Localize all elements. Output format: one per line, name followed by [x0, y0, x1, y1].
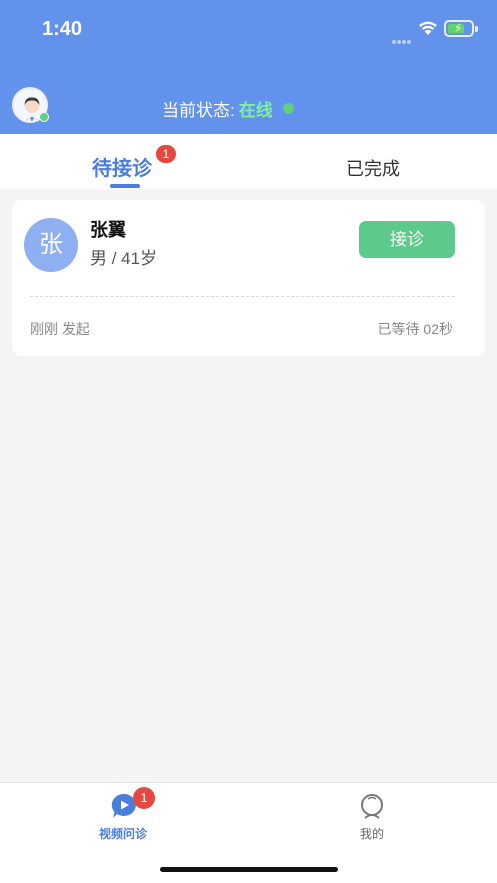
status-time: 1:40 — [42, 18, 83, 40]
divider — [30, 296, 455, 297]
status-label: 当前状态: — [162, 101, 235, 120]
online-indicator — [39, 112, 49, 122]
patient-info: 男 / 41岁 — [90, 249, 158, 268]
active-tab-indicator — [110, 184, 140, 188]
tab-pending-badge: 1 — [156, 145, 176, 163]
doctor-status[interactable]: 当前状态: 在线 — [162, 96, 294, 121]
accept-button[interactable]: 接诊 — [359, 221, 455, 258]
online-dot-icon — [282, 103, 294, 114]
patient-avatar: 张 — [24, 218, 78, 272]
nav-me-label[interactable]: 我的 — [360, 825, 384, 842]
wifi-icon — [419, 21, 437, 35]
initiated-time: 刚刚 发起 — [30, 321, 90, 337]
nav-video-label[interactable]: 视频问诊 — [99, 825, 147, 842]
battery-icon: ⚡ — [444, 20, 478, 37]
tab-completed[interactable]: 已完成 — [346, 155, 400, 181]
status-value: 在线 — [238, 101, 273, 120]
tab-bar — [0, 134, 497, 189]
user-profile-icon[interactable] — [359, 793, 385, 821]
nav-video-badge: 1 — [133, 787, 155, 809]
patient-name: 张翼 — [90, 220, 126, 240]
home-indicator — [160, 867, 338, 872]
signal-icon — [392, 31, 414, 44]
wait-time: 已等待 02秒 — [377, 321, 453, 337]
tab-pending[interactable]: 待接诊 — [92, 152, 152, 181]
